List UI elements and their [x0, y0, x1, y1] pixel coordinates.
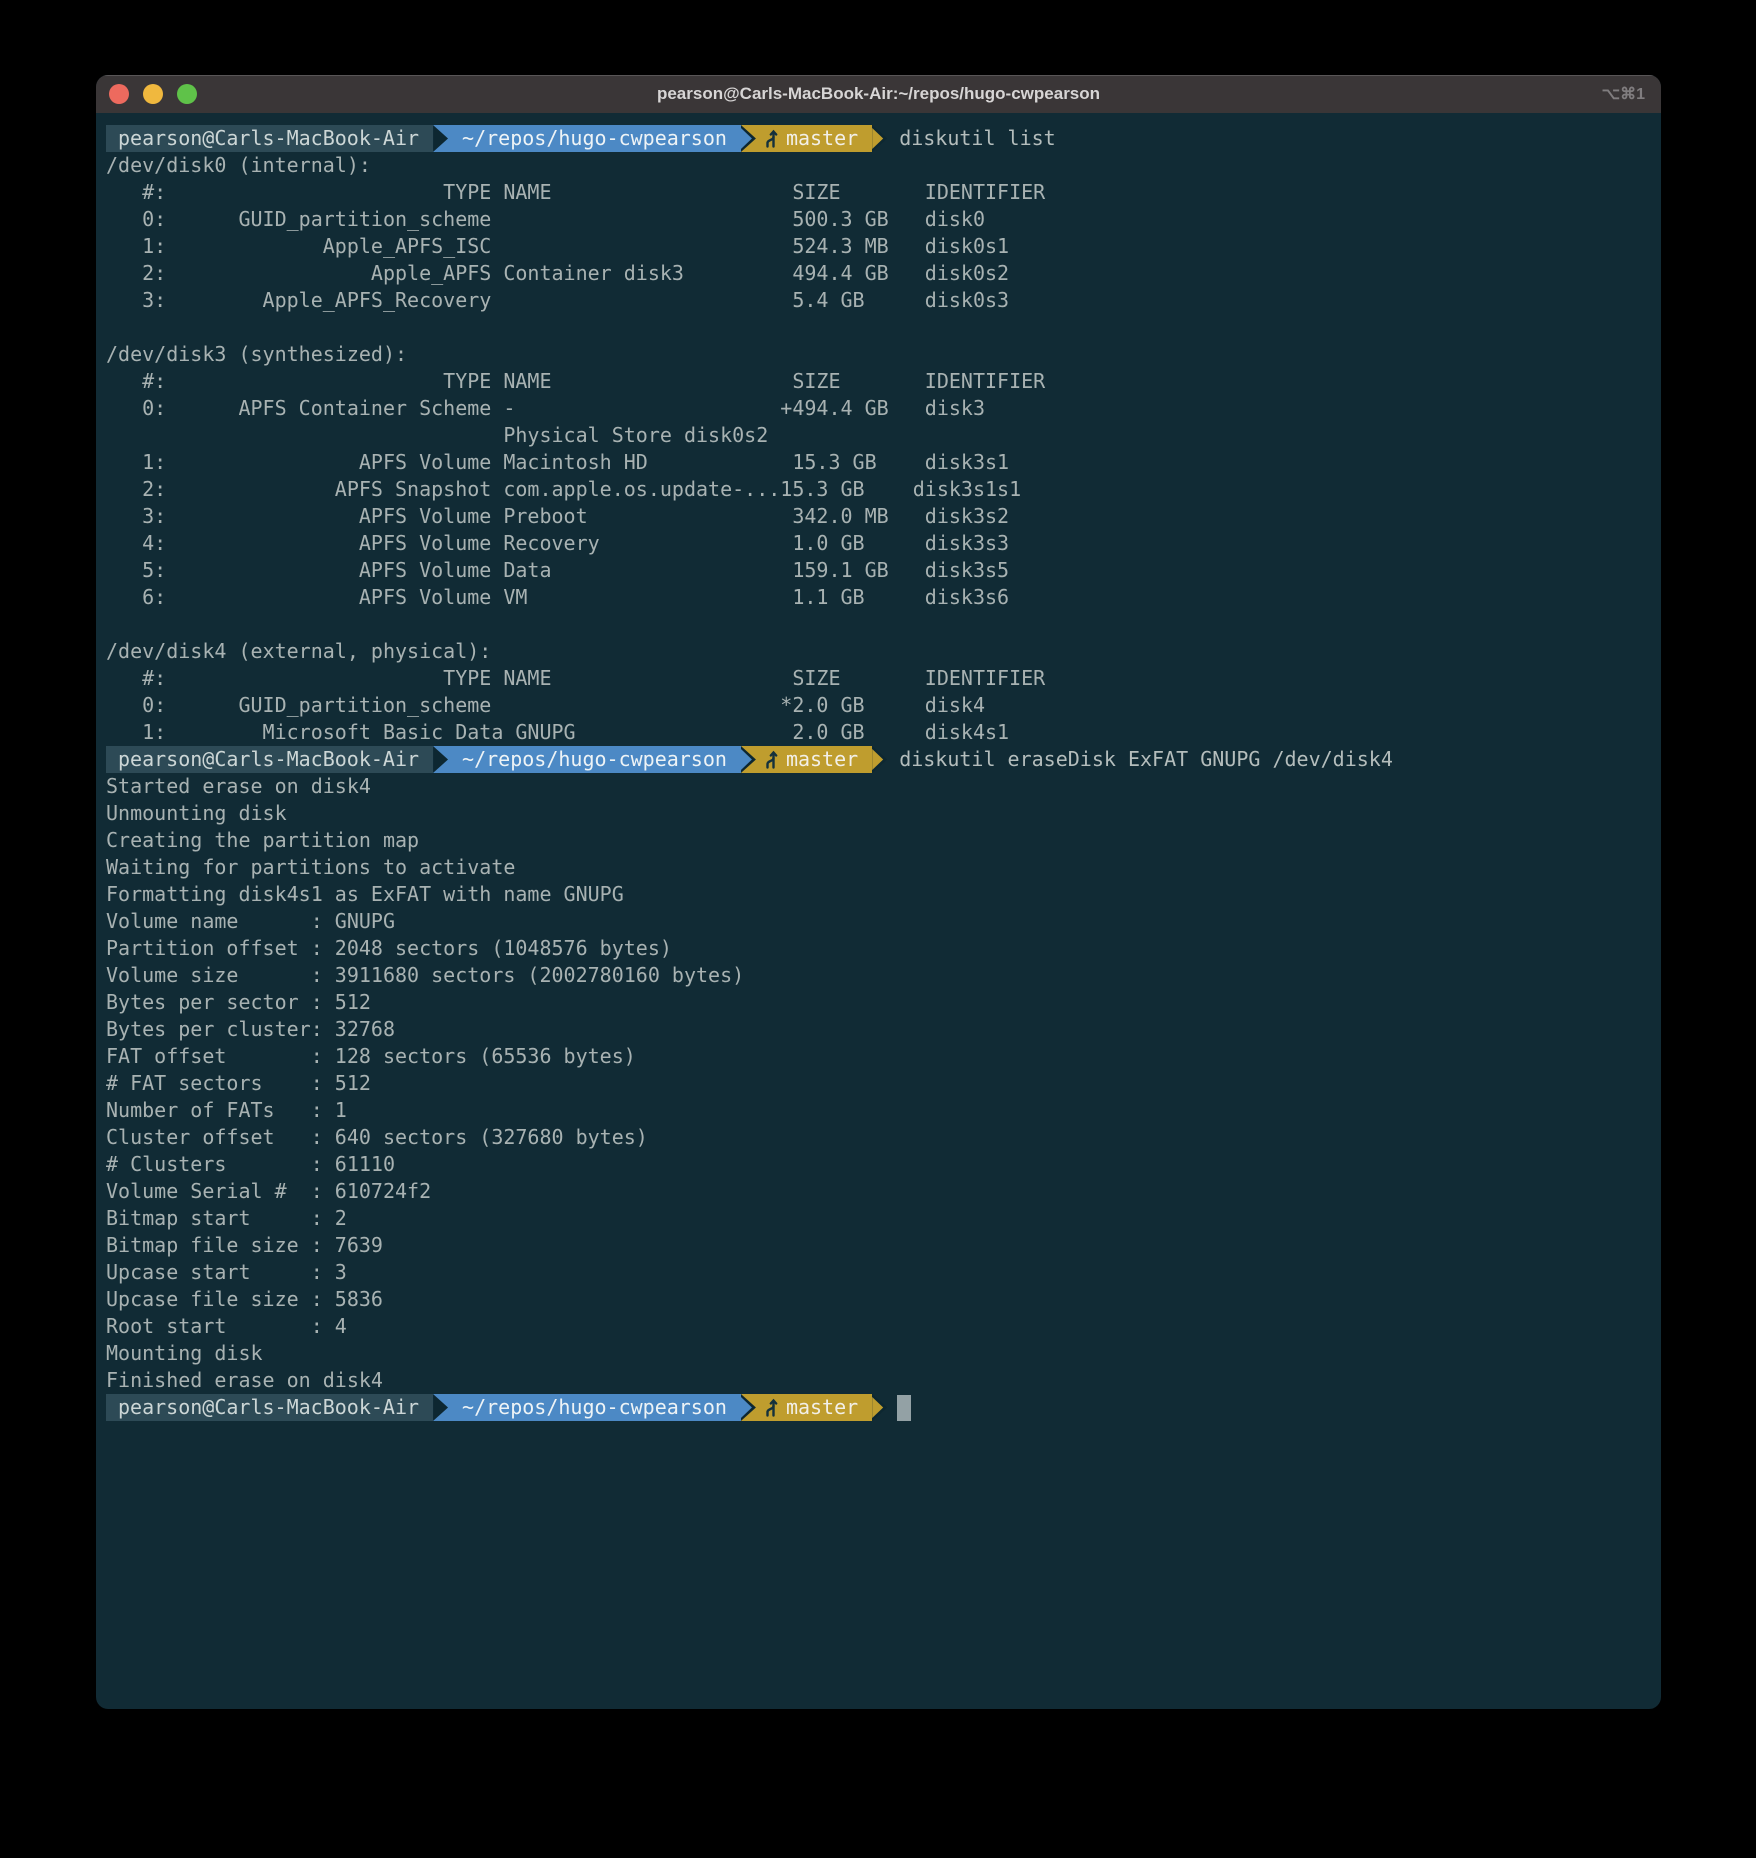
command-text-2: diskutil eraseDisk ExFAT GNUPG /dev/disk… — [899, 746, 1393, 773]
erase-disk-output: Started erase on disk4 Unmounting disk C… — [106, 773, 1653, 1394]
minimize-button[interactable] — [143, 84, 163, 104]
git-branch-label: master — [786, 1394, 858, 1421]
window-title: pearson@Carls-MacBook-Air:~/repos/hugo-c… — [96, 84, 1661, 104]
command-text-1: diskutil list — [899, 125, 1056, 152]
prompt-line-2: pearson@Carls-MacBook-Air ~/repos/hugo-c… — [106, 746, 1653, 773]
traffic-lights — [96, 84, 197, 104]
prompt-directory-segment: ~/repos/hugo-cwpearson — [448, 1394, 741, 1421]
powerline-separator-icon — [741, 746, 756, 773]
powerline-separator-icon — [872, 746, 887, 773]
prompt-host-segment: pearson@Carls-MacBook-Air — [106, 125, 433, 152]
git-branch-icon — [762, 128, 779, 150]
zoom-button[interactable] — [177, 84, 197, 104]
prompt-git-segment: master — [756, 1394, 872, 1421]
close-button[interactable] — [109, 84, 129, 104]
prompt-host-segment: pearson@Carls-MacBook-Air — [106, 746, 433, 773]
prompt-host-segment: pearson@Carls-MacBook-Air — [106, 1394, 433, 1421]
terminal-cursor[interactable] — [897, 1395, 911, 1421]
powerline-separator-icon — [741, 1394, 756, 1421]
titlebar[interactable]: pearson@Carls-MacBook-Air:~/repos/hugo-c… — [96, 75, 1661, 113]
git-branch-label: master — [786, 746, 858, 773]
prompt-directory-segment: ~/repos/hugo-cwpearson — [448, 746, 741, 773]
powerline-separator-icon — [872, 125, 887, 152]
terminal-window: pearson@Carls-MacBook-Air:~/repos/hugo-c… — [96, 75, 1661, 1709]
git-branch-icon — [762, 1397, 779, 1419]
prompt-git-segment: master — [756, 125, 872, 152]
prompt-directory-segment: ~/repos/hugo-cwpearson — [448, 125, 741, 152]
terminal-content[interactable]: pearson@Carls-MacBook-Air ~/repos/hugo-c… — [96, 113, 1661, 1709]
powerline-separator-icon — [872, 1394, 887, 1421]
powerline-separator-icon — [741, 125, 756, 152]
powerline-separator-icon — [433, 125, 448, 152]
prompt-git-segment: master — [756, 746, 872, 773]
prompt-line-1: pearson@Carls-MacBook-Air ~/repos/hugo-c… — [106, 125, 1653, 152]
git-branch-icon — [762, 749, 779, 771]
powerline-separator-icon — [433, 746, 448, 773]
diskutil-list-output: /dev/disk0 (internal): #: TYPE NAME SIZE… — [106, 152, 1653, 746]
powerline-separator-icon — [433, 1394, 448, 1421]
keyboard-shortcut-badge: ⌥⌘1 — [1602, 84, 1661, 104]
prompt-line-3: pearson@Carls-MacBook-Air ~/repos/hugo-c… — [106, 1394, 1653, 1421]
git-branch-label: master — [786, 125, 858, 152]
